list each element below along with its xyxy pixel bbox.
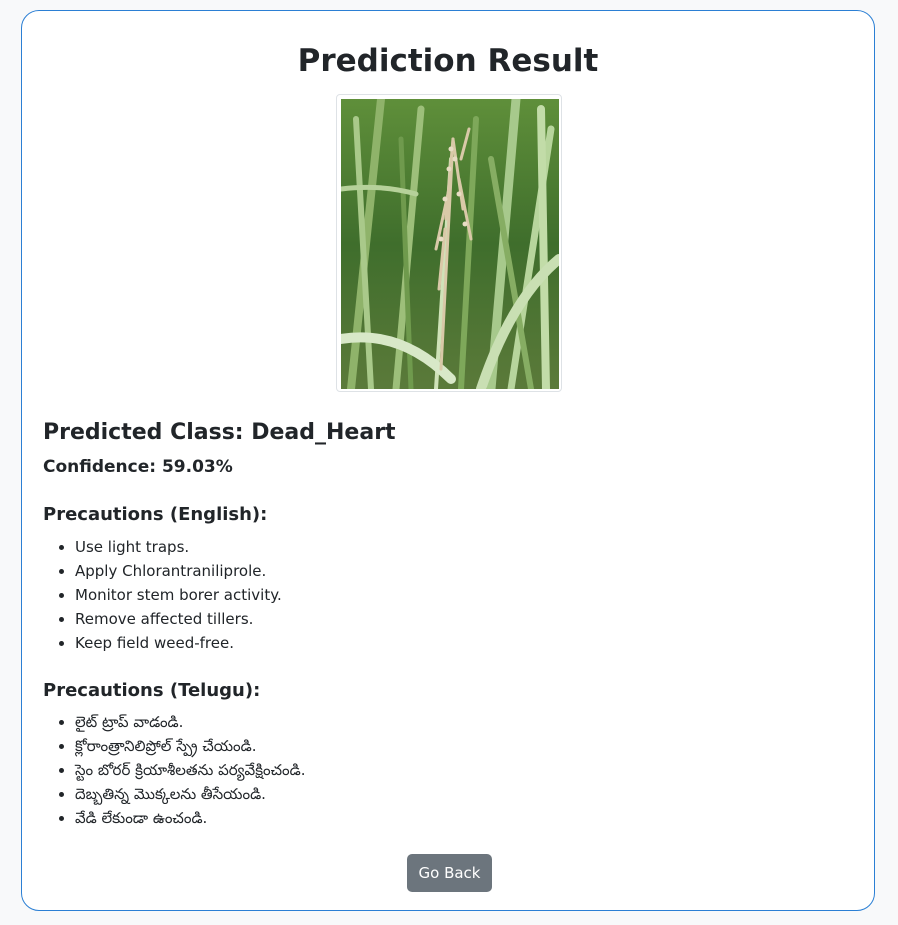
predicted-class: Predicted Class: Dead_Heart: [43, 420, 396, 445]
list-item: Apply Chlorantraniliprole.: [75, 559, 835, 583]
list-item: స్టెం బోరర్ క్రియాశీలతను పర్యవేక్షించండి…: [75, 758, 835, 782]
list-item: క్లోరాంత్రానిలిప్రోల్ స్ప్రే చేయండి.: [75, 734, 835, 758]
precautions-english-list: Use light traps. Apply Chlorantranilipro…: [43, 535, 835, 655]
rice-plant-photo: [341, 99, 559, 389]
page-title: Prediction Result: [297, 43, 599, 79]
list-item: Keep field weed-free.: [75, 631, 835, 655]
precautions-telugu-heading: Precautions (Telugu):: [43, 680, 261, 701]
result-card: Prediction Result Predicted Class: Dead_…: [21, 10, 875, 911]
precautions-telugu-list: లైట్ ట్రాప్ వాడండి. క్లోరాంత్రానిలిప్రోల…: [43, 710, 835, 830]
go-back-button[interactable]: Go Back: [407, 854, 492, 892]
list-item: వేడి లేకుండా ఉంచండి.: [75, 806, 835, 830]
confidence-score: Confidence: 59.03%: [43, 457, 233, 477]
precautions-english-heading: Precautions (English):: [43, 504, 268, 525]
list-item: దెబ్బతిన్న మొక్కలను తీసేయండి.: [75, 782, 835, 806]
list-item: Remove affected tillers.: [75, 607, 835, 631]
list-item: లైట్ ట్రాప్ వాడండి.: [75, 710, 835, 734]
list-item: Monitor stem borer activity.: [75, 583, 835, 607]
list-item: Use light traps.: [75, 535, 835, 559]
uploaded-image-thumbnail: [336, 94, 562, 392]
